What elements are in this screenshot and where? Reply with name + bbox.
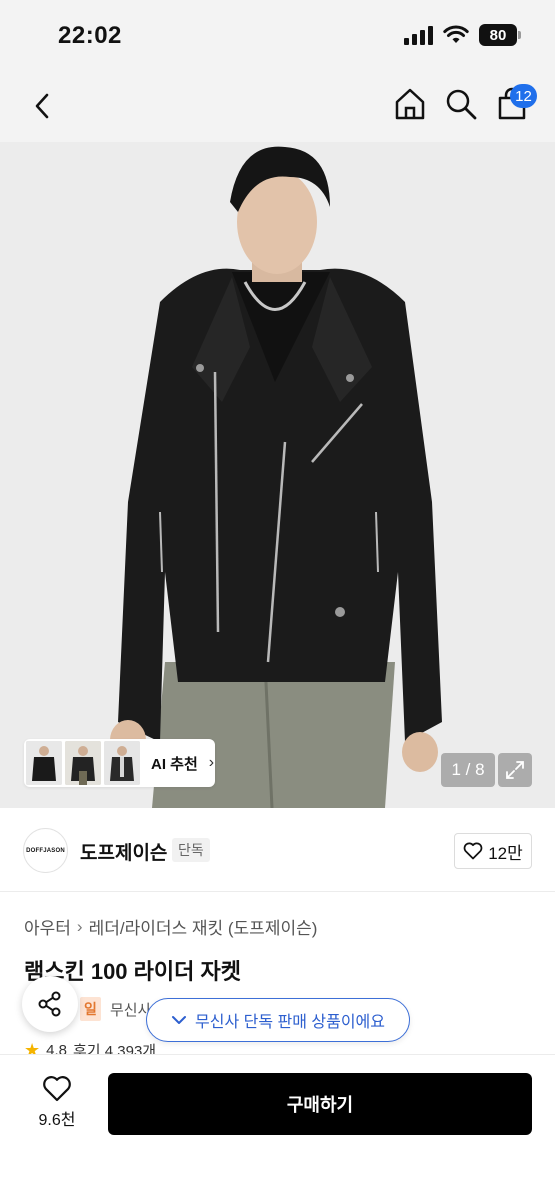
chevron-down-icon xyxy=(172,1016,186,1024)
ai-recommend-label: AI 추천 xyxy=(151,755,198,773)
search-button[interactable] xyxy=(443,86,479,122)
cart-count-badge: 12 xyxy=(510,84,537,108)
brand-logo[interactable]: DOFFJASON xyxy=(23,828,68,873)
back-button[interactable] xyxy=(24,88,60,124)
home-icon xyxy=(395,88,425,120)
battery-icon: 80 xyxy=(479,24,521,46)
chevron-right-icon: › xyxy=(208,754,215,771)
ai-thumbnail xyxy=(65,741,101,785)
ai-thumbnail xyxy=(104,741,140,785)
expand-image-button[interactable] xyxy=(498,753,532,787)
brand-name[interactable]: 도프제이슨 xyxy=(80,838,167,865)
ai-recommend-button[interactable]: AI 추천 › xyxy=(24,739,215,787)
breadcrumb-category[interactable]: 아우터 xyxy=(24,914,71,939)
buy-button[interactable]: 구매하기 xyxy=(108,1073,532,1135)
ai-thumbnail xyxy=(26,741,62,785)
wishlist-count: 9.6천 xyxy=(38,1112,76,1129)
wishlist-button[interactable]: 9.6천 xyxy=(28,1075,86,1135)
status-time: 22:02 xyxy=(58,22,122,49)
image-page-counter: 1 / 8 xyxy=(441,753,495,787)
brand-like-count: 12만 xyxy=(488,843,523,863)
heart-icon xyxy=(43,1076,71,1102)
chevron-left-icon xyxy=(35,93,49,119)
status-icons: 80 xyxy=(404,24,521,46)
product-photo-illustration xyxy=(0,142,555,808)
breadcrumb: 아우터 › 레더/라이더스 재킷 (도프제이슨) xyxy=(24,914,317,939)
expand-icon xyxy=(506,761,524,779)
share-button[interactable] xyxy=(22,976,78,1032)
status-bar: 22:02 80 xyxy=(0,0,555,72)
bottom-action-bar: 9.6천 구매하기 xyxy=(0,1054,555,1200)
breadcrumb-subcategory[interactable]: 레더/라이더스 재킷 (도프제이슨) xyxy=(89,914,318,939)
top-nav-bar xyxy=(0,72,555,142)
sale-badge: 일 xyxy=(80,997,101,1021)
home-button[interactable] xyxy=(392,86,428,122)
exclusive-tag: 단독 xyxy=(172,838,210,862)
product-image[interactable] xyxy=(0,142,555,808)
cellular-signal-icon xyxy=(404,25,433,45)
search-icon xyxy=(446,89,477,120)
exclusive-sale-label: 무신사 단독 판매 상품이에요 xyxy=(195,1014,385,1031)
heart-icon xyxy=(463,842,483,860)
chevron-right-icon: › xyxy=(76,916,83,936)
share-icon xyxy=(38,991,61,1017)
brand-like-button[interactable]: 12만 xyxy=(454,833,532,869)
exclusive-sale-pill[interactable]: 무신사 단독 판매 상품이에요 xyxy=(146,998,410,1042)
brand-row: DOFFJASON 도프제이슨 단독 12만 xyxy=(0,808,555,892)
wifi-icon xyxy=(443,25,469,43)
